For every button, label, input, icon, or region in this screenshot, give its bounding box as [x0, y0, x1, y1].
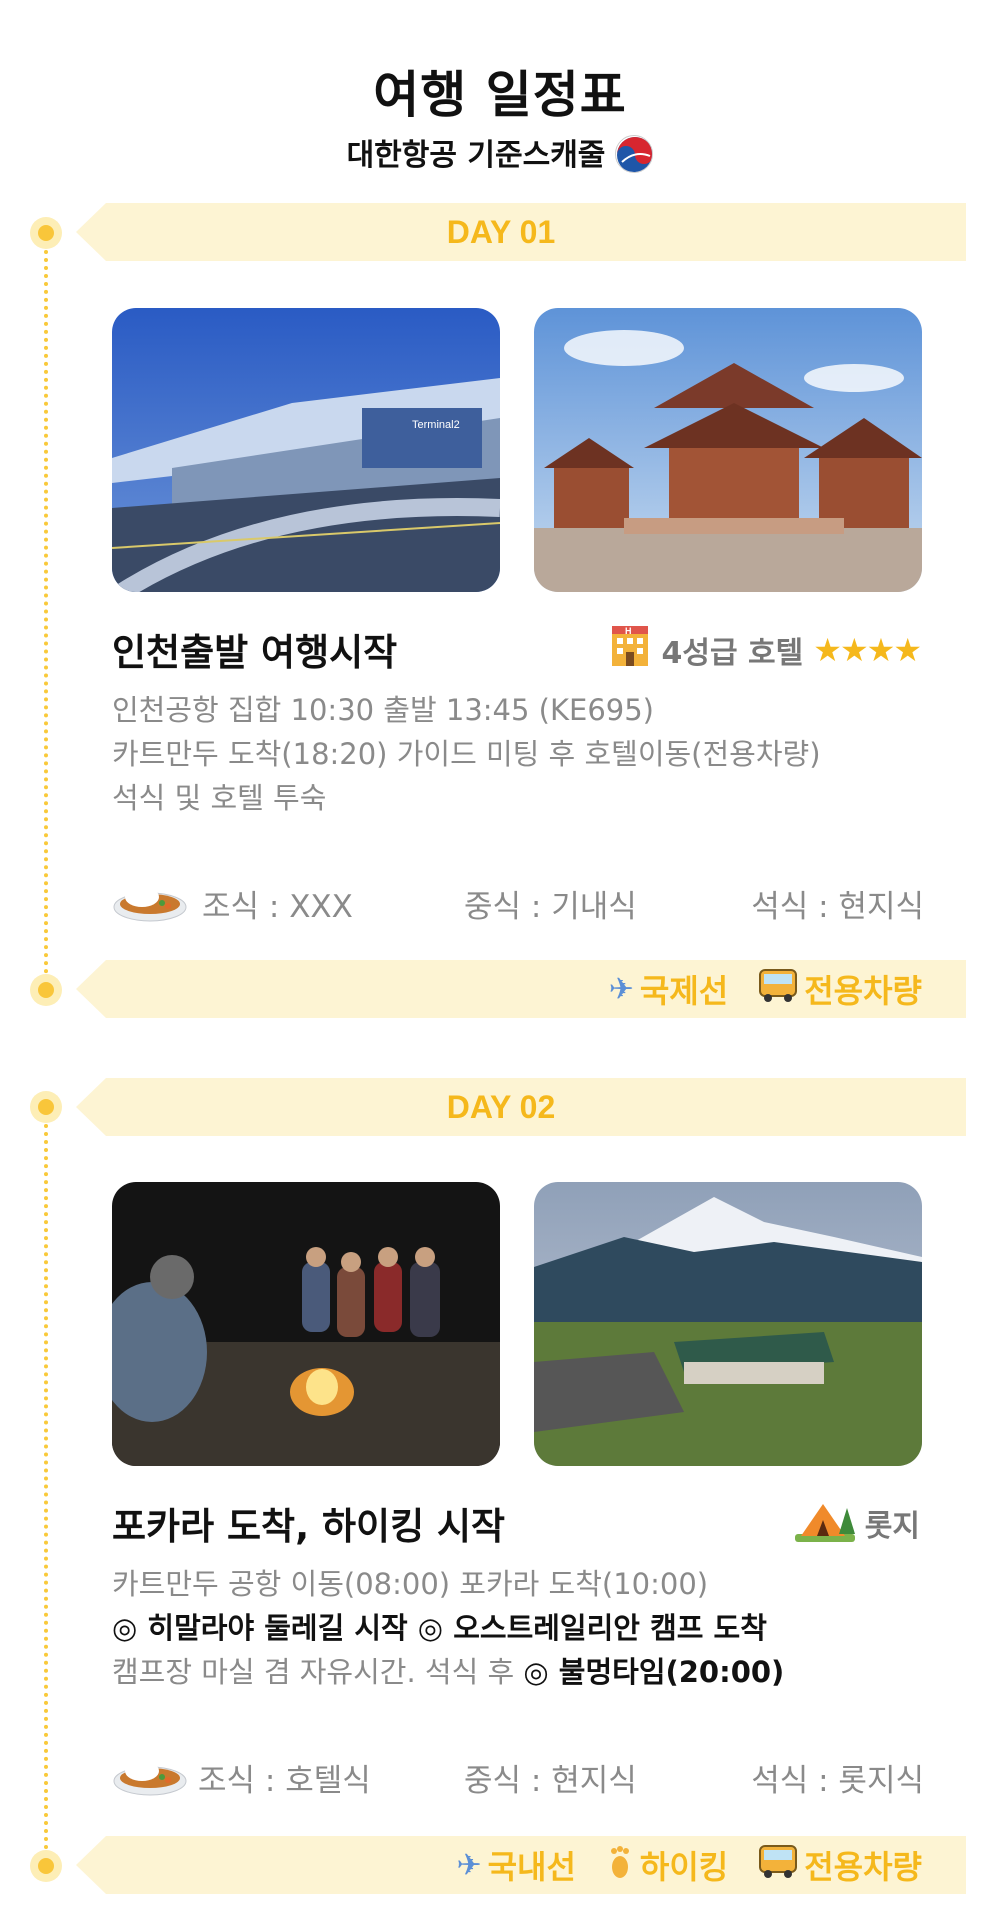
transport-label: 전용차량	[804, 972, 922, 1010]
timeline-dot	[30, 1091, 62, 1123]
svg-text:Terminal2: Terminal2	[412, 419, 460, 431]
korean-air-logo-icon	[615, 134, 654, 173]
mountain-lodge-photo	[534, 1182, 922, 1466]
lunch-label: 중식 : 현지식	[464, 1763, 637, 1799]
airplane-icon: ✈	[608, 971, 634, 1007]
desc-line: 인천공항 집합 10:30 출발 13:45 (KE695)	[112, 693, 654, 727]
campfire-photo	[112, 1182, 500, 1466]
transport-label: 전용차량	[804, 1848, 922, 1886]
desc-line: 석식 및 호텔 투숙	[112, 781, 327, 815]
desc-line: 카트만두 도착(18:20) 가이드 미팅 후 호텔이동(전용차량)	[112, 737, 821, 771]
transport-item: 전용차량	[758, 1842, 922, 1888]
meal-row: 조식 : 호텔식 중식 : 현지식 석식 : 롯지식	[112, 1747, 924, 1799]
day-label: DAY 01	[446, 214, 556, 250]
timeline-line-day2	[44, 1108, 48, 1866]
page-title: 여행 일정표	[373, 66, 627, 124]
bus-icon	[758, 1844, 798, 1886]
timeline-dot	[30, 974, 62, 1006]
curry-rice-icon	[112, 1747, 188, 1799]
day-description: 인천공항 집합 10:30 출발 13:45 (KE695) 카트만두 도착(1…	[112, 688, 932, 820]
breakfast-label: 조식 : XXX	[202, 889, 353, 925]
breakfast-label: 조식 : 호텔식	[198, 1763, 371, 1799]
day-heading: 인천출발 여행시작	[112, 631, 398, 674]
day-heading: 포카라 도착, 하이킹 시작	[112, 1505, 506, 1548]
dinner-label: 석식 : 현지식	[751, 889, 924, 925]
lodging-text: 4성급 호텔	[661, 636, 804, 671]
transport-row: ✈ 국내선 하이킹 전용차량	[456, 1836, 922, 1894]
timeline-line-day1	[44, 234, 48, 990]
star-rating: ★★★★	[813, 631, 922, 669]
lunch-label: 중식 : 기내식	[464, 889, 637, 925]
desc-text: 캠프장 마실 겸 자유시간. 석식 후	[112, 1655, 524, 1689]
transport-row: ✈ 국제선 전용차량	[609, 960, 922, 1018]
transport-label: 국내선	[487, 1848, 576, 1886]
timeline-dot	[30, 1850, 62, 1882]
transport-item: 전용차량	[758, 966, 922, 1012]
airport-terminal-photo: Terminal2	[112, 308, 500, 592]
desc-highlight: ◎ 불멍타임(20:00)	[523, 1655, 785, 1689]
lodging-info: H 4성급 호텔 ★★★★	[608, 624, 922, 676]
lodging-info: 롯지	[794, 1494, 920, 1552]
transport-item: ✈ 국내선	[456, 1842, 575, 1888]
page-subtitle: 대한항공 기준스캐줄	[0, 130, 1000, 176]
meal-row: 조식 : XXX 중식 : 기내식 석식 : 현지식	[112, 873, 924, 925]
transport-label: 하이킹	[639, 1848, 729, 1886]
timeline-dot	[30, 217, 62, 249]
desc-line: 카트만두 공항 이동(08:00) 포카라 도착(10:00)	[112, 1567, 709, 1601]
lodging-text: 롯지	[864, 1509, 920, 1544]
temple-photo	[534, 308, 922, 592]
subtitle-text: 대한항공 기준스캐줄	[346, 138, 606, 173]
footprint-icon	[606, 1843, 634, 1887]
dinner-label: 석식 : 롯지식	[751, 1763, 924, 1799]
transport-item: 하이킹	[606, 1842, 728, 1888]
bus-icon	[758, 968, 798, 1010]
transport-label: 국제선	[639, 972, 729, 1010]
desc-line-highlight: ◎ 히말라야 둘레길 시작 ◎ 오스트레일리안 캠프 도착	[112, 1611, 767, 1645]
hotel-icon: H	[608, 624, 652, 676]
airplane-icon: ✈	[456, 1847, 482, 1883]
day-description: 카트만두 공항 이동(08:00) 포카라 도착(10:00) ◎ 히말라야 둘…	[112, 1562, 932, 1694]
desc-line: 캠프장 마실 겸 자유시간. 석식 후 ◎ 불멍타임(20:00)	[112, 1650, 932, 1694]
curry-rice-icon	[112, 873, 188, 925]
svg-text:H: H	[625, 626, 632, 636]
camping-icon	[794, 1494, 855, 1552]
day-label: DAY 02	[446, 1089, 556, 1125]
transport-item: ✈ 국제선	[609, 966, 728, 1012]
